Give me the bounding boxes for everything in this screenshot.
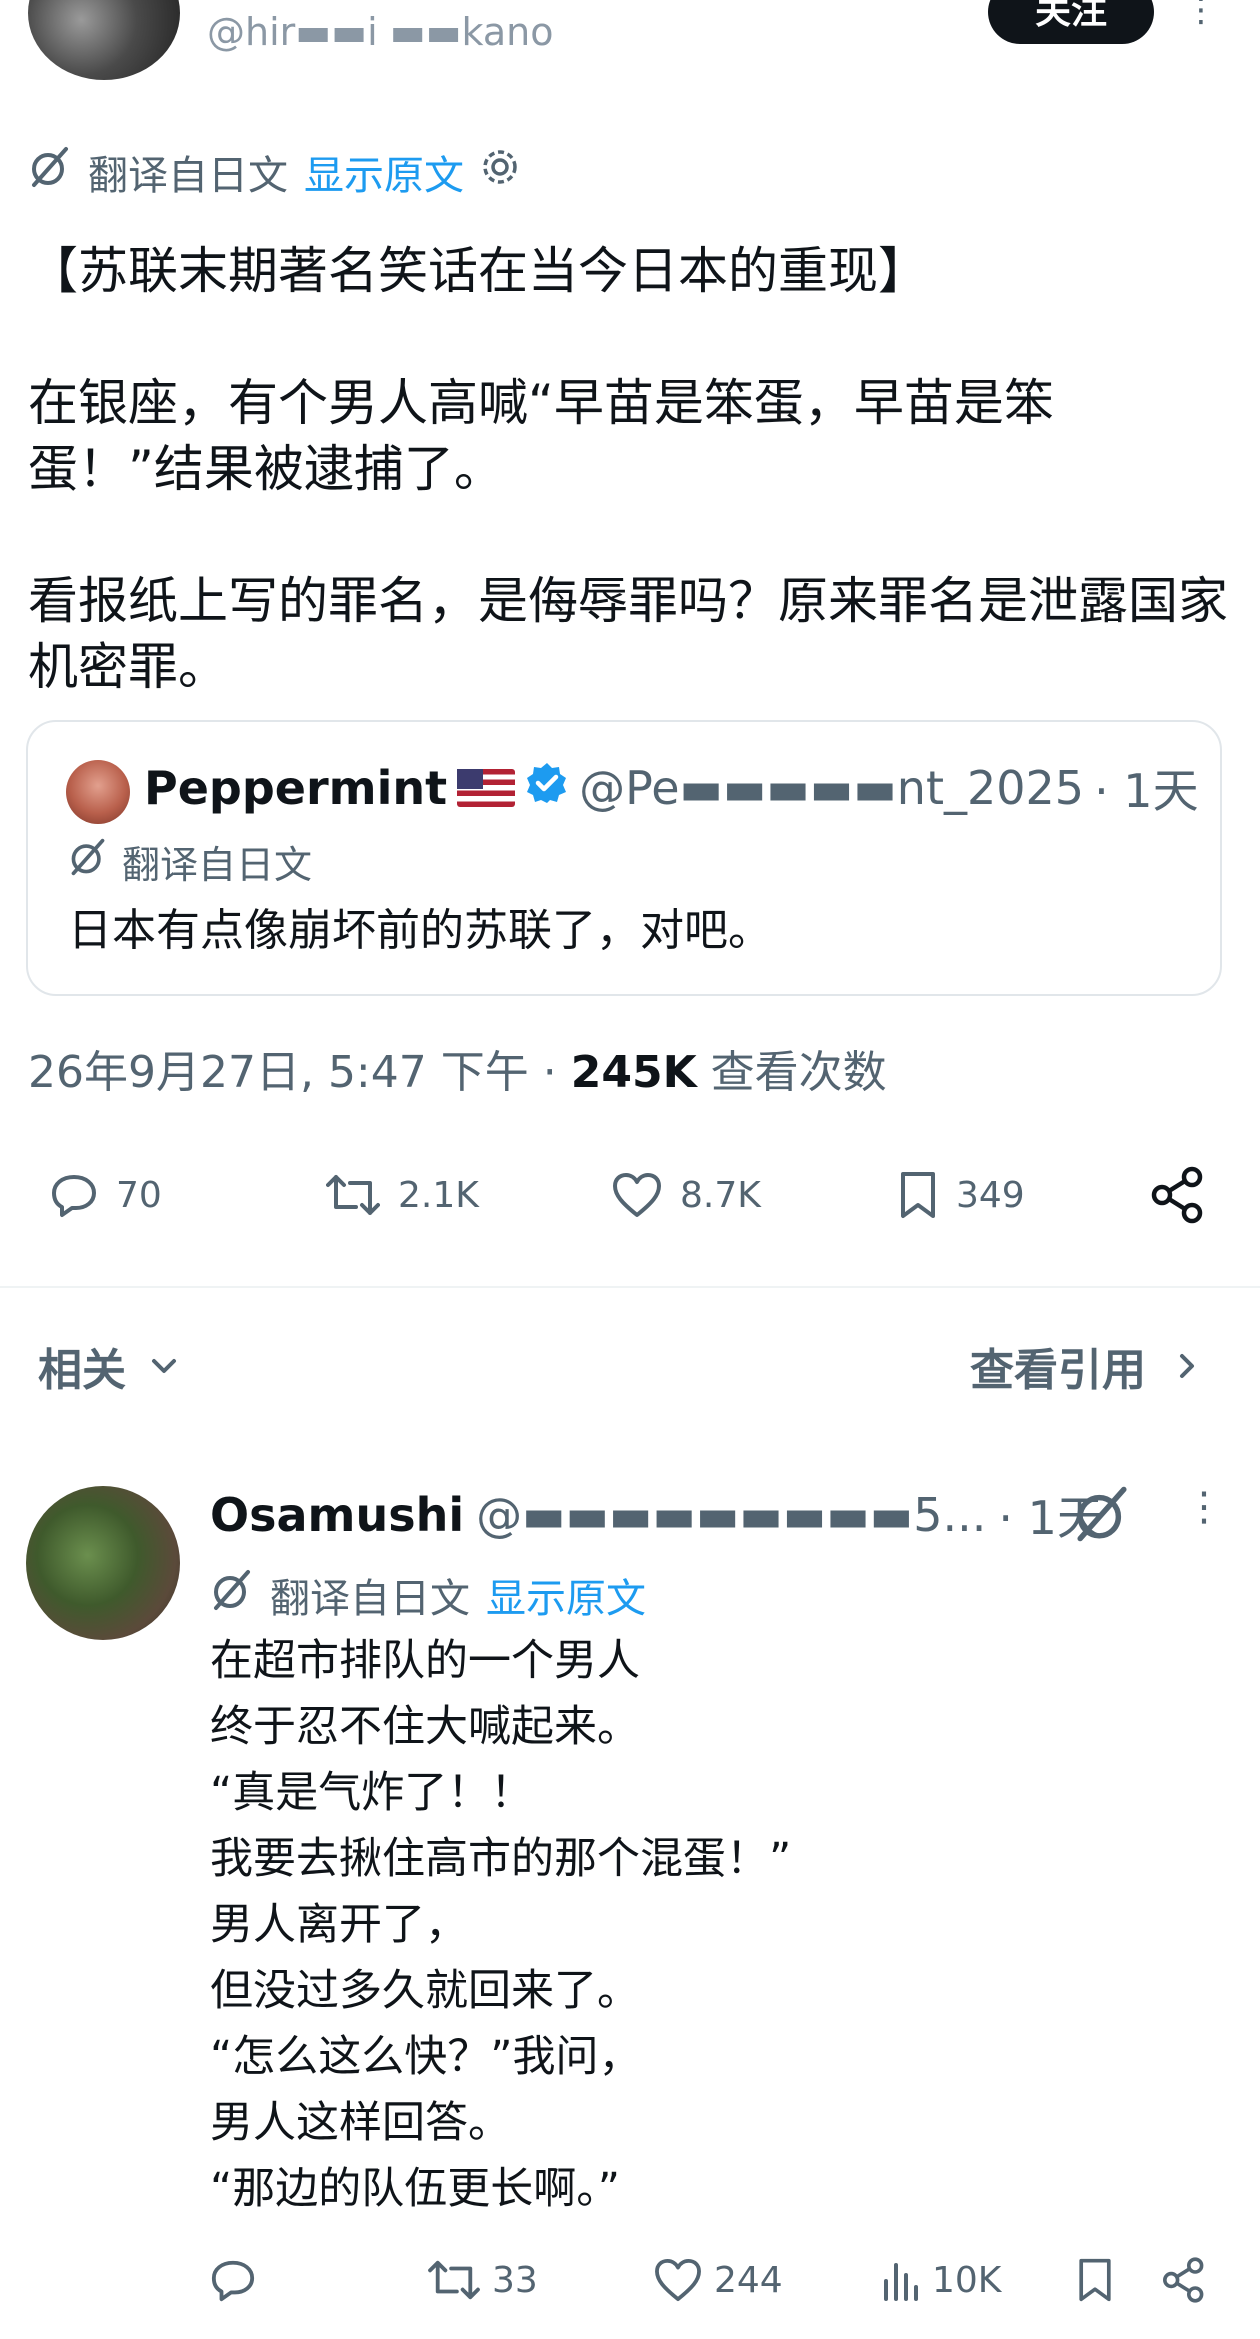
repost-icon (428, 2260, 480, 2300)
reply-action-bar: 33 244 10K (0, 2240, 1260, 2320)
author-avatar[interactable] (28, 0, 180, 80)
like-button[interactable]: 8.7K (612, 1150, 761, 1240)
repost-icon (326, 1175, 380, 1215)
reply-like-count: 244 (714, 2259, 783, 2301)
translate-icon (210, 1568, 254, 1622)
reply-translate-label: 翻译自日文 (270, 1576, 470, 1622)
reply-reply-button[interactable] (210, 2240, 256, 2320)
related-label: 相关 (38, 1345, 126, 1396)
share-icon (1163, 2257, 1204, 2303)
quoted-author-handle: @Pe▬▬▬▬▬nt_2025 (579, 761, 1085, 815)
reply-author-avatar[interactable] (26, 1486, 180, 1640)
show-original-link[interactable]: 显示原文 (304, 143, 464, 201)
section-divider (0, 1286, 1260, 1288)
chevron-down-icon (152, 1359, 176, 1373)
reply-icon (52, 1175, 96, 1217)
bookmark-icon (901, 1172, 935, 1218)
grok-icon[interactable] (1072, 1484, 1132, 1548)
reply-author-name[interactable]: Osamushi (210, 1488, 464, 1542)
view-quotes-label: 查看引用 (970, 1345, 1146, 1396)
post-timestamp[interactable]: 26年9月27日, 5:47 下午 · (28, 1047, 557, 1098)
reply-like-button[interactable]: 244 (654, 2240, 783, 2320)
reply-author-handle: @▬▬▬▬▬▬▬▬▬5... (476, 1488, 987, 1542)
views-chart-icon (884, 2263, 918, 2301)
bookmark-button[interactable]: 349 (898, 1150, 1025, 1240)
gear-icon[interactable] (480, 147, 520, 197)
quoted-translation-bar: 翻译自日文 (68, 834, 312, 889)
translate-icon (68, 837, 108, 886)
reply-text: 在超市排队的一个男人 终于忍不住大喊起来。 “真是气炸了！！ 我要去揪住高市的那… (210, 1636, 792, 2214)
quoted-author-name[interactable]: Peppermint (144, 761, 447, 815)
view-quotes-link[interactable]: 查看引用 (970, 1334, 1202, 1398)
view-count: 245K (570, 1047, 697, 1098)
chevron-right-icon (1180, 1354, 1194, 1378)
reply-translation-bar: 翻译自日文 显示原文 (210, 1566, 646, 1624)
quoted-avatar[interactable] (66, 760, 130, 824)
reply-show-original-link[interactable]: 显示原文 (486, 1566, 646, 1624)
reply-view-count: 10K (932, 2259, 1002, 2301)
quoted-author-row: Peppermint @Pe▬▬▬▬▬nt_2025 · 1天 (144, 756, 1199, 820)
reply-repost-count: 33 (492, 2259, 538, 2301)
bookmark-icon (1079, 2258, 1111, 2302)
translation-bar: 翻译自日文 显示原文 (28, 143, 520, 201)
reply-author-row: Osamushi @▬▬▬▬▬▬▬▬▬5... · 1天 (210, 1480, 1103, 1550)
heart-icon (655, 2258, 701, 2302)
post-text: 【苏联末期著名笑话在当今日本的重现】 在银座，有个男人高喊“早苗是笨蛋，早苗是笨… (28, 242, 1228, 696)
quoted-post-card[interactable]: Peppermint @Pe▬▬▬▬▬nt_2025 · 1天 翻译自日文 日本… (26, 720, 1222, 996)
reply-views-button[interactable]: 10K (880, 2240, 1001, 2320)
translate-label: 翻译自日文 (88, 153, 288, 199)
quoted-time: · 1天 (1094, 764, 1199, 818)
reply-icon (211, 2260, 255, 2302)
share-icon (1151, 1166, 1203, 1224)
post-action-bar: 70 2.1K 8.7K 349 (0, 1150, 1260, 1240)
bookmark-count: 349 (956, 1174, 1025, 1216)
post-meta: 26年9月27日, 5:47 下午 · 245K 查看次数 (28, 1036, 887, 1100)
reply-count: 70 (116, 1174, 162, 1216)
translate-icon (28, 145, 72, 199)
reply-more-icon[interactable]: ⋮ (1184, 1484, 1224, 1530)
verified-badge-icon (525, 761, 569, 816)
view-count-label: 查看次数 (710, 1047, 887, 1098)
more-options-icon[interactable]: ⋮ (1184, 0, 1218, 30)
author-handle[interactable]: @hir▬▬i ▬▬kano (207, 10, 553, 54)
reply-button[interactable]: 70 (50, 1150, 162, 1240)
like-count: 8.7K (680, 1174, 761, 1216)
reply-bookmark-button[interactable] (1076, 2240, 1114, 2320)
quoted-post-text: 日本有点像崩坏前的苏联了，对吧。 (68, 905, 772, 956)
follow-button[interactable]: 关注 (988, 0, 1154, 44)
us-flag-icon (457, 769, 516, 807)
repost-button[interactable]: 2.1K (326, 1150, 479, 1240)
reply-share-button[interactable] (1160, 2240, 1208, 2320)
quoted-translate-label: 翻译自日文 (122, 843, 313, 887)
heart-icon (613, 1173, 661, 1217)
reply-repost-button[interactable]: 33 (428, 2240, 538, 2320)
related-dropdown[interactable]: 相关 (38, 1334, 182, 1398)
share-button[interactable] (1148, 1150, 1208, 1240)
repost-count: 2.1K (398, 1174, 479, 1216)
